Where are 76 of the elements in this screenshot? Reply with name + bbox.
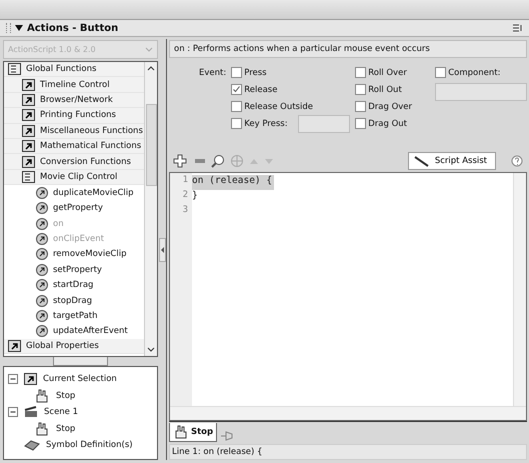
checkbox[interactable] <box>355 67 366 78</box>
splitter-handle[interactable] <box>53 357 108 366</box>
scrollbar[interactable] <box>513 173 526 406</box>
navigator-item[interactable]: Current Selection <box>4 371 157 388</box>
event-checkbox[interactable]: Key Press: <box>231 117 356 130</box>
toolbox-item[interactable]: Printing Functions <box>4 108 144 124</box>
arrow-square-icon <box>22 124 35 137</box>
checkbox[interactable] <box>231 101 242 112</box>
book-icon <box>22 170 35 183</box>
toolbox-item[interactable]: Timeline Control <box>4 77 144 93</box>
arrow-square-icon <box>8 340 21 352</box>
event-checkbox[interactable]: Press <box>231 66 356 79</box>
checkbox[interactable] <box>231 118 242 129</box>
scrollbar[interactable] <box>170 406 526 420</box>
event-checkbox[interactable]: Drag Out <box>355 117 436 130</box>
toolbox-item[interactable]: Browser/Network <box>4 92 144 108</box>
help-icon[interactable] <box>511 155 523 167</box>
checkbox[interactable] <box>231 84 242 95</box>
event-label: Event: <box>199 68 226 80</box>
grip-icon <box>6 23 11 33</box>
navigator-item[interactable]: Stop <box>4 388 157 404</box>
event-checkbox[interactable]: Drag Over <box>355 100 436 113</box>
checkbox[interactable] <box>355 84 366 95</box>
expander-icon[interactable] <box>8 407 18 418</box>
component-checkbox[interactable]: Component: <box>435 66 526 79</box>
line-number: 2 <box>182 190 189 202</box>
checkbox[interactable] <box>231 67 242 78</box>
arrow-square-icon <box>22 78 35 91</box>
arrow-square-icon <box>22 140 35 152</box>
status-bar: Line 1: on (release) { <box>169 444 527 460</box>
chevron-down-icon <box>145 46 153 52</box>
hand-icon <box>34 422 50 436</box>
line-number: 1 <box>182 175 189 187</box>
arrow-square-icon <box>22 109 35 122</box>
line-number: 3 <box>182 205 189 217</box>
checkbox[interactable] <box>435 67 446 78</box>
scrollbar-thumb[interactable] <box>146 104 156 186</box>
checkbox[interactable] <box>355 118 366 129</box>
script-assist-button[interactable]: Script Assist <box>408 152 496 170</box>
hand-icon <box>34 388 50 403</box>
toolbox-item[interactable]: Conversion Functions <box>4 154 144 170</box>
navigator-item[interactable]: Scene 1 <box>4 404 157 420</box>
event-checkbox[interactable]: Roll Over <box>355 66 436 79</box>
toolbox-item[interactable]: Global Properties <box>4 339 144 354</box>
pin-icon[interactable] <box>220 430 234 442</box>
collapse-handle[interactable] <box>158 238 166 262</box>
toolbox-item[interactable]: Movie Clip Control <box>4 170 144 186</box>
toolbox-item[interactable]: Global Functions <box>4 62 144 78</box>
event-checkbox[interactable]: Roll Out <box>355 83 436 96</box>
collapse-toggle[interactable] <box>15 24 23 32</box>
clapper-icon <box>24 406 38 418</box>
event-checkbox[interactable]: Release <box>231 83 356 96</box>
menu-icon[interactable] <box>513 24 523 32</box>
arrow-square-icon <box>24 373 37 386</box>
checkbox[interactable] <box>355 101 366 112</box>
hand-icon <box>173 425 189 439</box>
event-checkbox[interactable]: Release Outside <box>231 100 356 113</box>
navigator-item[interactable]: Stop <box>4 420 157 437</box>
search-icon[interactable] <box>211 154 225 168</box>
toolbox-item[interactable]: Mathematical Functions <box>4 138 144 154</box>
arrow-square-icon <box>22 156 35 168</box>
shapes-icon <box>24 438 40 452</box>
arrow-square-icon <box>22 94 35 106</box>
expander-icon[interactable] <box>8 374 18 384</box>
script-tab[interactable]: Stop <box>169 423 218 442</box>
panel-title: Actions - Button <box>27 22 118 34</box>
navigator-item[interactable]: Symbol Definition(s) <box>4 437 157 454</box>
code-line: } <box>192 190 199 203</box>
wand-icon <box>412 155 429 167</box>
scrollbar[interactable] <box>144 62 157 356</box>
toolbox-item[interactable]: Miscellaneous Functions <box>4 124 144 139</box>
component-field[interactable] <box>435 83 528 101</box>
book-icon <box>8 63 21 76</box>
description-bar: on : Performs actions when a particular mouse event occurs <box>169 40 527 58</box>
add-icon[interactable] <box>173 154 189 168</box>
key-press-field[interactable] <box>298 114 350 132</box>
